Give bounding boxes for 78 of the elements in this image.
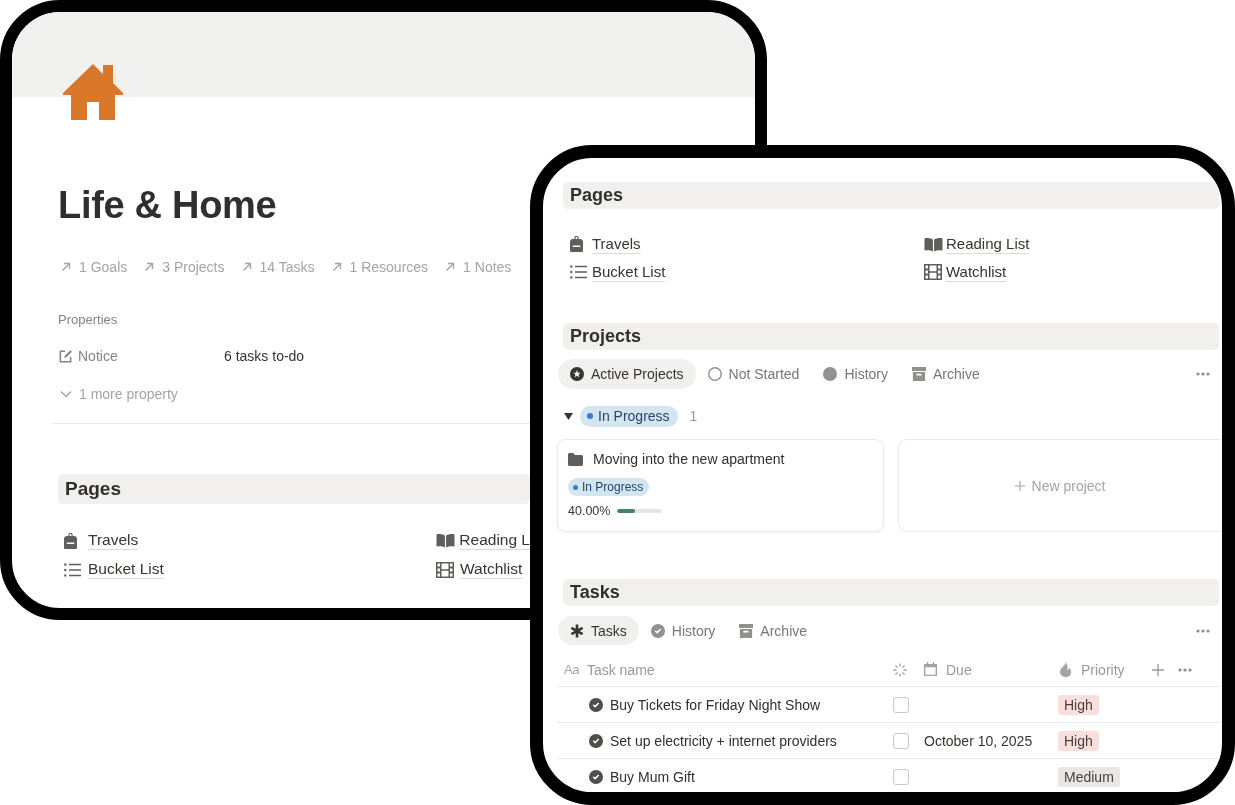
more-properties-button[interactable]: 1 more property bbox=[58, 380, 178, 408]
list-icon bbox=[570, 265, 587, 279]
due-date: October 10, 2025 bbox=[924, 732, 1033, 749]
book-icon bbox=[924, 236, 943, 252]
relation-link[interactable]: 3 Projects bbox=[143, 259, 225, 275]
task-name[interactable]: Buy Tickets for Friday Night Show bbox=[610, 696, 821, 713]
checkbox[interactable] bbox=[893, 696, 909, 713]
section-heading: Tasks bbox=[563, 579, 1219, 606]
house-icon bbox=[63, 62, 123, 120]
view-tab[interactable]: Archive bbox=[900, 359, 992, 389]
page-link[interactable]: Reading List bbox=[946, 234, 1030, 254]
view-tab[interactable]: Tasks bbox=[558, 616, 639, 645]
relation-link[interactable]: 1 Resources bbox=[330, 259, 429, 275]
checkbox[interactable] bbox=[893, 732, 909, 749]
progress-text: 40.00% bbox=[568, 504, 611, 518]
plus-icon bbox=[1014, 480, 1025, 491]
view-tab[interactable]: History bbox=[811, 359, 900, 389]
checkbox[interactable] bbox=[893, 768, 909, 785]
priority-tag: High bbox=[1058, 730, 1099, 751]
spinner-icon bbox=[893, 662, 907, 677]
relation-link[interactable]: 1 Notes bbox=[444, 259, 512, 275]
task-name[interactable]: Set up electricity + internet providers bbox=[610, 732, 837, 749]
backpack-icon bbox=[64, 532, 77, 549]
asterisk-icon bbox=[570, 623, 584, 638]
view-tab[interactable]: Active Projects bbox=[558, 359, 696, 389]
more-icon[interactable] bbox=[1178, 667, 1192, 672]
new-project-button[interactable]: New project bbox=[898, 439, 1221, 532]
section-heading: Pages bbox=[58, 474, 530, 504]
column-header[interactable]: Aa Task name bbox=[557, 653, 885, 686]
archive-icon bbox=[912, 367, 926, 381]
section-heading: Pages bbox=[563, 182, 1219, 209]
priority-tag: Medium bbox=[1058, 766, 1120, 787]
relation-link[interactable]: 14 Tasks bbox=[240, 259, 315, 275]
folder-icon bbox=[568, 452, 583, 466]
plus-icon[interactable] bbox=[1152, 663, 1164, 676]
page-link[interactable]: Watchlist bbox=[946, 262, 1007, 282]
archive-icon bbox=[739, 623, 754, 638]
card-title: Moving into the new apartment bbox=[593, 451, 785, 467]
task-name[interactable]: Buy Mum Gift bbox=[610, 768, 695, 785]
book-icon bbox=[436, 533, 455, 548]
page-link[interactable]: Travels bbox=[592, 234, 641, 254]
more-icon[interactable] bbox=[1196, 372, 1210, 376]
group-count: 1 bbox=[689, 408, 698, 424]
page-link[interactable]: Bucket List bbox=[592, 262, 666, 282]
text-type-icon: Aa bbox=[564, 662, 579, 677]
properties-heading: Properties bbox=[58, 311, 119, 329]
filled-circle-icon bbox=[823, 367, 838, 381]
page-title: Life & Home bbox=[58, 183, 278, 228]
list-icon bbox=[64, 562, 81, 577]
film-icon bbox=[924, 264, 942, 280]
view-tab[interactable]: Archive bbox=[727, 616, 820, 645]
arrow-icon bbox=[60, 261, 72, 273]
film-icon bbox=[436, 561, 454, 578]
view-tab[interactable]: Not Started bbox=[695, 359, 812, 389]
edit-icon bbox=[58, 348, 73, 364]
circle-outline-icon bbox=[707, 367, 722, 381]
status-text: In Progress bbox=[582, 480, 644, 494]
arrow-icon bbox=[143, 261, 156, 273]
section-heading: Projects bbox=[563, 323, 1219, 350]
caret-icon[interactable] bbox=[564, 412, 573, 420]
view-tab[interactable]: History bbox=[638, 616, 728, 645]
calendar-icon bbox=[923, 662, 938, 677]
more-icon[interactable] bbox=[1196, 628, 1210, 633]
page-link[interactable]: Travels bbox=[88, 531, 139, 550]
page-link[interactable]: Watchlist bbox=[460, 560, 523, 579]
arrow-icon bbox=[444, 261, 457, 273]
property-value: 6 tasks to-do bbox=[224, 348, 305, 364]
project-card[interactable]: Moving into the new apartment In Progress 40.00% bbox=[557, 439, 884, 532]
priority-tag: High bbox=[1058, 694, 1099, 715]
property-label: Notice bbox=[78, 348, 118, 364]
relation-link[interactable]: 1 Goals bbox=[60, 259, 128, 275]
chevron-down-icon bbox=[60, 390, 72, 398]
backpack-icon bbox=[570, 236, 583, 252]
column-header[interactable]: Due bbox=[915, 653, 1050, 686]
page-link[interactable]: Bucket List bbox=[88, 560, 164, 579]
status-text: In Progress bbox=[598, 408, 670, 424]
flame-icon bbox=[1059, 662, 1072, 677]
column-header[interactable]: Priority bbox=[1050, 653, 1145, 686]
